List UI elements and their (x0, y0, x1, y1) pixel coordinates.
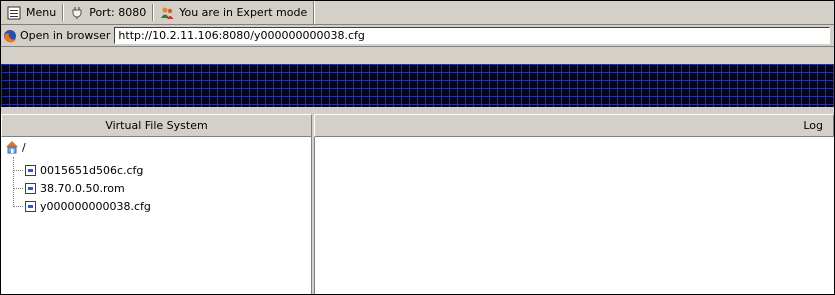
vfs-title: Virtual File System (105, 119, 208, 132)
tree-root-label: / (22, 140, 26, 154)
tree-connector (13, 187, 23, 189)
port-label: Port: 8080 (89, 6, 147, 19)
toolbar: Menu Port: 8080 You are in Expert mode (1, 1, 834, 25)
tree-connector (13, 169, 23, 171)
address-bar: Open in browser http://10.2.11.106:8080/… (1, 25, 834, 47)
menu-button[interactable]: Menu (1, 1, 62, 24)
url-text: http://10.2.11.106:8080/y000000000038.cf… (118, 29, 365, 42)
file-icon (25, 164, 36, 176)
menu-label: Menu (26, 6, 57, 19)
header-spacer (1, 47, 834, 64)
mode-label: You are in Expert mode (179, 6, 308, 19)
banner-spacer (1, 107, 834, 114)
toolbar-separator (313, 1, 316, 24)
file-name: 0015651d506c.cfg (40, 163, 144, 177)
file-icon (25, 182, 36, 194)
log-area[interactable] (314, 137, 834, 294)
tree-connector (13, 205, 23, 207)
app-window: Menu Port: 8080 You are in Expert mode O… (0, 0, 835, 295)
log-title: Log (803, 119, 823, 132)
users-icon (161, 7, 174, 19)
open-in-browser-button[interactable]: Open in browser (1, 25, 114, 46)
log-header: Log (314, 114, 834, 137)
url-field[interactable]: http://10.2.11.106:8080/y000000000038.cf… (114, 27, 830, 44)
port-button[interactable]: Port: 8080 (64, 1, 152, 24)
open-in-browser-label: Open in browser (20, 29, 111, 42)
tree-file-item[interactable]: 0015651d506c.cfg (13, 163, 143, 177)
log-panel: Log (314, 114, 834, 294)
tree-root-node[interactable]: / (5, 140, 26, 154)
mode-button[interactable]: You are in Expert mode (154, 1, 313, 24)
home-icon (6, 141, 18, 154)
virtual-file-system-panel: Virtual File System / 0015651d506c.cfg 3… (1, 114, 312, 294)
grid-banner (1, 64, 834, 107)
tree-file-item[interactable]: y000000000038.cfg (13, 199, 151, 213)
file-tree: / 0015651d506c.cfg 38.70.0.50.rom y00000… (1, 137, 312, 294)
file-name: y000000000038.cfg (40, 199, 151, 213)
firefox-icon (4, 29, 17, 43)
file-icon (25, 200, 36, 212)
tree-file-item[interactable]: 38.70.0.50.rom (13, 181, 125, 195)
vfs-header: Virtual File System (1, 114, 312, 137)
file-name: 38.70.0.50.rom (40, 181, 125, 195)
port-plug-icon (72, 6, 82, 19)
menu-icon (7, 6, 21, 19)
